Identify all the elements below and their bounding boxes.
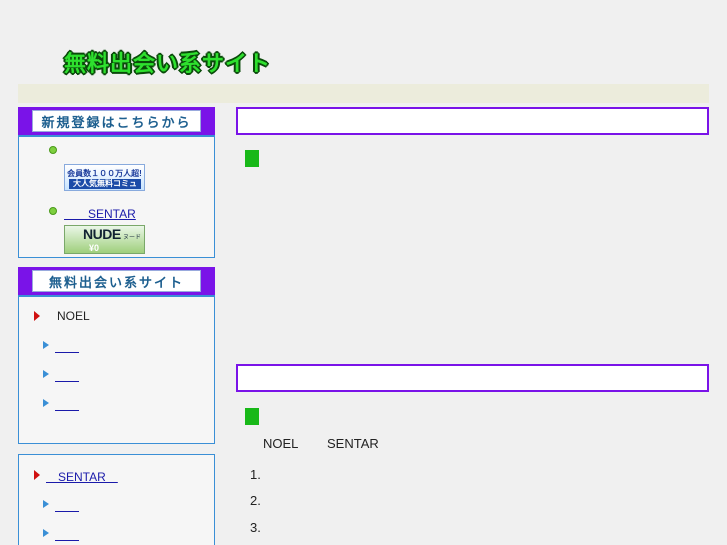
- section1-marker-icon: [245, 150, 259, 167]
- blue-arrow-icon: [43, 370, 49, 378]
- section1-title-bar: [236, 107, 709, 135]
- register-box-header: 新規登録はこちらから: [18, 107, 215, 137]
- nude-banner-sub: ヌード: [123, 235, 142, 241]
- red-arrow-icon: [34, 311, 40, 321]
- sites-box-title: 無料出会い系サイト: [32, 270, 201, 292]
- sites-sub-link-3[interactable]: [55, 396, 79, 413]
- sentar-main-link[interactable]: SENTAR: [46, 468, 118, 485]
- blue-arrow-icon: [43, 500, 49, 508]
- list-number-2: 2.: [250, 493, 261, 508]
- header-band: [18, 84, 709, 103]
- community-banner-line2: 大人気無料コミュ: [69, 179, 141, 189]
- community-banner[interactable]: 会員数１００万人超! 大人気無料コミュ: [64, 164, 145, 191]
- blue-arrow-icon: [43, 399, 49, 407]
- section2-name-noel: NOEL: [263, 436, 299, 451]
- sentar-sub-link-1[interactable]: [55, 497, 79, 514]
- sites-sub-link-2[interactable]: [55, 367, 79, 384]
- section2-marker-icon: [245, 408, 259, 425]
- green-dot-icon: [49, 207, 57, 215]
- list-number-3: 3.: [250, 520, 261, 535]
- section2-title-bar: [236, 364, 709, 392]
- community-banner-line1: 会員数１００万人超!: [67, 169, 142, 178]
- sites-box: 無料出会い系サイト: [18, 267, 215, 444]
- register-box-title: 新規登録はこちらから: [32, 110, 201, 132]
- nude-banner[interactable]: NUDE ヌード ¥0: [64, 225, 145, 254]
- blue-arrow-icon: [43, 529, 49, 537]
- section2-name-sentar: SENTAR: [327, 436, 379, 451]
- sites-box-header: 無料出会い系サイト: [18, 267, 215, 297]
- nude-banner-title: NUDE: [83, 226, 121, 242]
- green-dot-icon: [49, 146, 57, 154]
- red-arrow-icon: [34, 470, 40, 480]
- sentar-sub-link-2[interactable]: [55, 526, 79, 543]
- register-link-sentar[interactable]: SENTAR: [64, 205, 136, 222]
- sites-sub-link-1[interactable]: [55, 338, 79, 355]
- site-logo[interactable]: 無料出会い系サイト: [64, 46, 271, 78]
- blue-arrow-icon: [43, 341, 49, 349]
- list-number-1: 1.: [250, 467, 261, 482]
- sites-main-item: NOEL: [57, 309, 90, 323]
- nude-banner-price: ¥0: [89, 243, 100, 253]
